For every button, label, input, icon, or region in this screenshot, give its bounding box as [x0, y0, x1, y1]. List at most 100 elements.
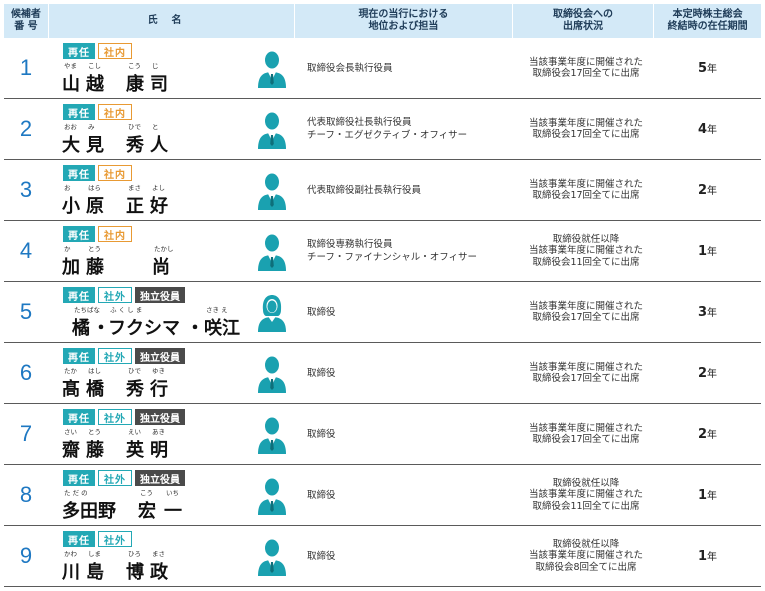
candidate-number: 2	[19, 116, 33, 141]
tenure-unit: 年	[707, 186, 718, 197]
tenure-unit: 年	[707, 430, 718, 441]
name-ruby: おお	[64, 123, 77, 131]
badge-out: 社外	[98, 409, 132, 425]
name-ruby: こし	[88, 62, 101, 70]
tenure-value: 5年	[654, 60, 761, 76]
badge-re: 再任	[63, 226, 95, 242]
name-ruby: ひで	[128, 123, 141, 131]
attendance-text: 取締役就任以降 当該事業年度に開催された 取締役会11回全てに出席	[501, 465, 671, 525]
name-kanji: 橋	[86, 379, 104, 400]
badge-out: 社外	[98, 287, 132, 303]
position-line: 取締役会長執行役員	[307, 62, 393, 74]
name-ruby: たかし	[154, 245, 174, 253]
attendance-line: 当該事業年度に開催された	[528, 245, 643, 257]
tenure-unit: 年	[707, 247, 718, 258]
name-ruby: ひで	[128, 367, 141, 375]
candidate-number: 9	[19, 543, 33, 568]
male-person-icon	[257, 355, 287, 393]
attendance-text: 当該事業年度に開催された 取締役会17回全てに出席	[501, 343, 671, 403]
attendance-line: 当該事業年度に開催された	[528, 361, 643, 373]
badge-group: 再任 社外 独立役員	[63, 409, 185, 425]
badge-out: 社外	[98, 531, 132, 547]
name-kanji: 越	[86, 74, 104, 95]
tenure-value: 4年	[654, 121, 761, 137]
badge-group: 再任 社外 独立役員	[63, 348, 185, 364]
attendance-line: 当該事業年度に開催された	[528, 300, 643, 312]
name-kanji: 宏	[138, 501, 156, 522]
candidate-number: 6	[19, 360, 33, 385]
header-attendance: 取締役会への 出席状況	[512, 4, 654, 38]
name-kanji: 髙	[62, 379, 80, 400]
badge-re: 再任	[63, 470, 95, 486]
table-row: 8 再任 社外 独立役員た だ の多田野 こう宏 いち一 取締役 取締役就任以降 当該事業年度…	[4, 465, 761, 526]
name-ruby: じ	[152, 62, 159, 70]
attendance-line: 取締役就任以降	[552, 477, 620, 489]
name-kanji: 秀	[126, 135, 144, 156]
name-ruby: やま	[64, 62, 77, 70]
attendance-line: 当該事業年度に開催された	[528, 56, 643, 68]
name-ruby: ひろ	[128, 550, 141, 558]
table-row: 5 再任 社外 独立役員 たちばな橘・ふ く し まフクシマ・さき え咲江 取締役 当該事…	[4, 282, 761, 343]
name-kanji: 川	[62, 562, 80, 583]
tenure-value: 1年	[654, 243, 761, 259]
attendance-line: 当該事業年度に開催された	[528, 550, 643, 562]
name-ruby: いち	[166, 489, 179, 497]
attendance-line: 取締役会17回全てに出席	[532, 434, 640, 445]
tenure-value: 2年	[654, 365, 761, 381]
attendance-line: 取締役就任以降	[552, 233, 620, 245]
position-line: チーフ・ファイナンシャル・オフィサー	[307, 252, 478, 263]
position-text: 取締役	[307, 282, 517, 342]
table-row: 2 再任 社内 おお大み見 ひで秀と人 代表取締役社長執行役員 チーフ・エグゼクティブ・オ…	[4, 99, 761, 160]
candidate-number: 4	[19, 238, 33, 263]
name-ruby: たか	[64, 367, 77, 375]
position-text: 取締役	[307, 526, 517, 586]
badge-in: 社内	[98, 104, 132, 120]
name-ruby: かわ	[64, 550, 77, 558]
attendance-text: 取締役就任以降 当該事業年度に開催された 取締役会8回全てに出席	[501, 526, 671, 586]
tenure-number: 2	[697, 366, 708, 381]
badge-re: 再任	[63, 165, 95, 181]
name-ruby: さき え	[206, 306, 228, 314]
name-kanji: 好	[150, 196, 168, 217]
attendance-line: 取締役会17回全てに出席	[532, 68, 640, 79]
header-candidate-no: 候補者 番 号	[4, 4, 48, 38]
name-ruby: たちばな	[74, 306, 100, 314]
name-kanji: 加	[62, 257, 80, 278]
table-row: 7 再任 社外 独立役員 さい齋とう藤 えい英あき明 取締役 当該事業年度に開催された 取締役…	[4, 404, 761, 465]
name-ruby: しま	[88, 550, 101, 558]
name-kanji: 康	[126, 74, 144, 95]
name-ruby: こう	[128, 62, 141, 70]
table-header: 候補者 番 号 氏名 現在の当行における 地位および担当 取締役会への 出席状況…	[4, 4, 761, 38]
name-kanji: 英	[126, 440, 144, 461]
tenure-unit: 年	[707, 369, 718, 380]
candidate-number: 5	[19, 299, 33, 324]
attendance-line: 当該事業年度に開催された	[528, 489, 643, 501]
position-line: 代表取締役社長執行役員	[307, 117, 412, 128]
badge-in: 社内	[98, 43, 132, 59]
badge-re: 再任	[63, 104, 95, 120]
attendance-line: 当該事業年度に開催された	[528, 178, 643, 190]
attendance-text: 当該事業年度に開催された 取締役会17回全てに出席	[501, 38, 671, 98]
name-kanji: 藤	[86, 257, 104, 278]
name-kanji: 見	[86, 135, 104, 156]
badge-group: 再任 社内	[63, 104, 132, 120]
tenure-unit: 年	[707, 491, 718, 502]
name-ruby: か	[64, 245, 71, 253]
name-kanji: 人	[150, 135, 168, 156]
name-kanji: ・	[186, 318, 204, 339]
position-text: 代表取締役副社長執行役員	[307, 160, 517, 220]
male-person-icon	[257, 172, 287, 210]
name-kanji: 山	[62, 74, 80, 95]
name-kanji: 咲江	[204, 318, 240, 339]
tenure-number: 5	[697, 61, 708, 76]
attendance-line: 取締役会17回全てに出席	[532, 129, 640, 140]
name-ruby: た だ の	[64, 489, 88, 497]
badge-ind: 独立役員	[135, 287, 185, 303]
position-line: 取締役	[307, 489, 336, 501]
badge-re: 再任	[63, 409, 95, 425]
position-text: 取締役	[307, 404, 517, 464]
attendance-line: 取締役会11回全てに出席	[532, 256, 640, 268]
position-text: 取締役	[307, 465, 517, 525]
name-kanji: 藤	[86, 440, 104, 461]
attendance-text: 当該事業年度に開催された 取締役会17回全てに出席	[501, 404, 671, 464]
